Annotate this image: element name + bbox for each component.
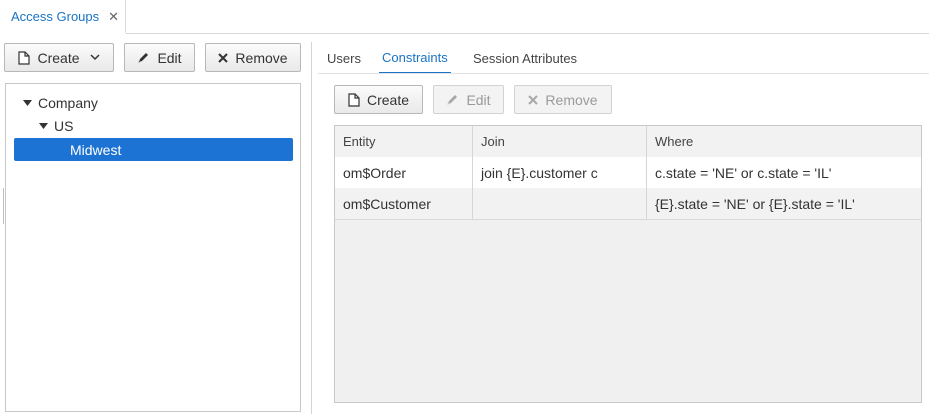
constraint-edit-button[interactable]: Edit [433, 85, 504, 114]
table-header: Entity Join Where [335, 126, 921, 158]
tab-session-attributes-label: Session Attributes [473, 50, 578, 66]
cell-text: {E}.state = 'NE' or {E}.state = 'IL' [655, 195, 855, 212]
chevron-down-icon [89, 54, 100, 61]
cell-text: join {E}.customer c [481, 164, 598, 181]
cell-join [473, 188, 647, 219]
cell-where: {E}.state = 'NE' or {E}.state = 'IL' [647, 188, 921, 219]
cell-text: om$Order [343, 164, 407, 181]
tab-session-attributes[interactable]: Session Attributes [473, 42, 577, 74]
pencil-icon [137, 51, 150, 64]
tab-users-label: Users [327, 50, 361, 66]
constraint-remove-button[interactable]: Remove [514, 85, 612, 114]
remove-label: Remove [545, 91, 598, 108]
create-button[interactable]: Create [4, 43, 114, 72]
caret-down-icon[interactable] [36, 123, 50, 129]
tree-node-midwest[interactable]: Midwest [14, 138, 293, 161]
remove-button[interactable]: Remove [205, 43, 301, 72]
close-icon [218, 52, 229, 63]
cell-where: c.state = 'NE' or c.state = 'IL' [647, 157, 921, 188]
constraint-create-button[interactable]: Create [334, 85, 423, 114]
split-divider[interactable] [311, 42, 312, 414]
cell-text: c.state = 'NE' or c.state = 'IL' [655, 164, 832, 181]
document-icon [348, 92, 360, 107]
tab-label: Access Groups [11, 8, 100, 24]
remove-label: Remove [235, 49, 288, 66]
tab-constraints-label: Constraints [382, 49, 448, 65]
close-icon[interactable]: ✕ [108, 10, 119, 23]
tab-constraints[interactable]: Constraints [379, 42, 451, 74]
access-group-tree: Company US Midwest [5, 83, 301, 412]
tab-users[interactable]: Users [327, 42, 361, 74]
app-tab-bar [0, 0, 929, 34]
table-row[interactable]: om$Order join {E}.customer c c.state = '… [335, 157, 921, 189]
tree-node-label: Midwest [70, 141, 122, 158]
document-icon [18, 50, 31, 65]
subtab-underline [318, 73, 929, 74]
edit-label: Edit [157, 49, 182, 66]
create-label: Create [37, 49, 80, 66]
constraints-table: Entity Join Where om$Order join {E}.cust… [334, 125, 922, 403]
cell-entity: om$Customer [335, 188, 473, 219]
cell-text: om$Customer [343, 195, 431, 212]
tab-access-groups[interactable]: Access Groups ✕ [0, 0, 126, 34]
column-header-where[interactable]: Where [647, 126, 921, 157]
caret-down-icon[interactable] [20, 100, 34, 106]
pencil-icon [446, 93, 459, 106]
column-header-label: Join [481, 134, 505, 149]
column-header-join[interactable]: Join [473, 126, 647, 157]
edit-button[interactable]: Edit [124, 43, 195, 72]
tree-node-label: Company [38, 95, 98, 111]
column-header-label: Where [655, 134, 694, 149]
cell-entity: om$Order [335, 157, 473, 188]
tree-node-label: US [54, 118, 74, 134]
cell-join: join {E}.customer c [473, 157, 647, 188]
tree-node-us[interactable]: US [36, 115, 73, 137]
close-icon [528, 94, 539, 105]
column-header-entity[interactable]: Entity [335, 126, 473, 157]
table-row[interactable]: om$Customer {E}.state = 'NE' or {E}.stat… [335, 188, 921, 220]
column-header-label: Entity [343, 134, 376, 149]
panel-resize-handle[interactable] [0, 188, 4, 224]
create-label: Create [366, 91, 410, 108]
tree-node-company[interactable]: Company [20, 92, 98, 114]
edit-label: Edit [466, 91, 491, 108]
